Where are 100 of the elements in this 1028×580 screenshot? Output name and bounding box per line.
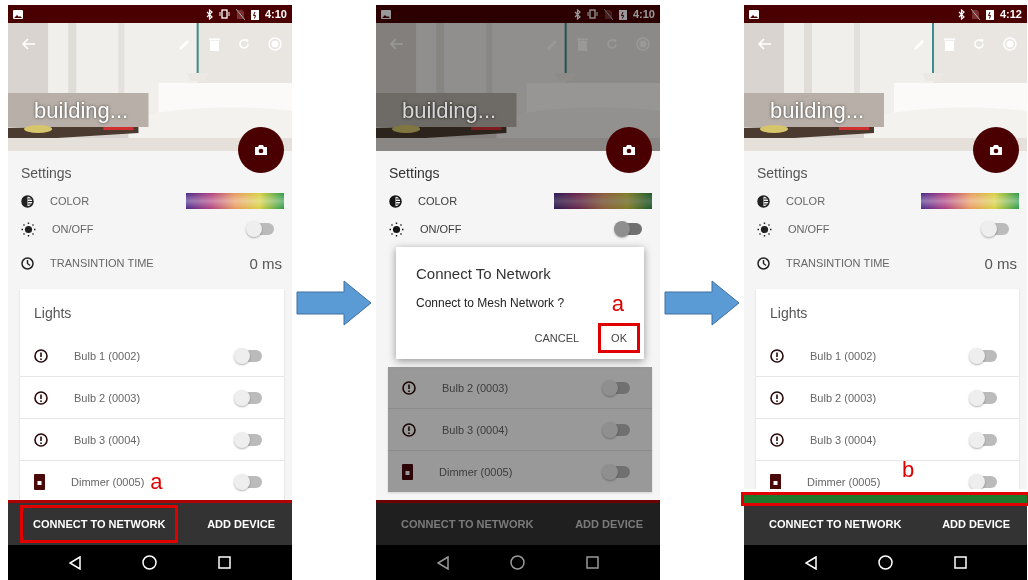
alert-icon bbox=[402, 380, 416, 395]
section-title: Settings bbox=[389, 165, 440, 181]
bar-button[interactable]: CONNECT TO NETWORK bbox=[388, 505, 547, 543]
alert-icon bbox=[402, 422, 416, 437]
image-icon bbox=[381, 9, 391, 19]
toggle-switch[interactable] bbox=[604, 423, 630, 436]
page-title: building... bbox=[770, 98, 865, 124]
device-name: Dimmer (0005) bbox=[439, 465, 513, 478]
section-title: Lights bbox=[33, 304, 72, 323]
contrast-icon bbox=[21, 194, 34, 208]
camera-button[interactable] bbox=[238, 127, 284, 173]
setting-label: COLOR bbox=[418, 195, 458, 207]
contrast-icon bbox=[757, 194, 770, 208]
trash-icon[interactable] bbox=[944, 37, 955, 51]
trash-icon[interactable] bbox=[209, 37, 220, 51]
battery-icon bbox=[250, 8, 259, 20]
section-title: Settings bbox=[757, 165, 808, 181]
toggle-switch[interactable] bbox=[604, 381, 630, 394]
target-icon[interactable] bbox=[268, 37, 282, 51]
back-arrow-icon[interactable] bbox=[758, 38, 772, 50]
dialog-button[interactable]: CANCEL bbox=[521, 323, 593, 353]
status-time: 4:10 bbox=[632, 8, 655, 20]
toggle-switch[interactable] bbox=[236, 349, 262, 362]
setting-label: COLOR bbox=[786, 195, 826, 207]
back-arrow-icon[interactable] bbox=[22, 38, 36, 50]
camera-button[interactable] bbox=[606, 127, 652, 173]
device-name: Bulb 2 (0003) bbox=[74, 391, 141, 404]
bar-button[interactable]: ADD DEVICE bbox=[194, 505, 288, 543]
bar-button[interactable]: ADD DEVICE bbox=[929, 505, 1023, 543]
color-spectrum-bar[interactable] bbox=[921, 193, 1019, 209]
camera-icon bbox=[989, 144, 1003, 156]
device-name: Bulb 2 (0003) bbox=[810, 391, 877, 404]
setting-label: ON/OFF bbox=[788, 223, 830, 235]
dialog-button[interactable]: OK bbox=[598, 323, 640, 353]
bar-button[interactable]: CONNECT TO NETWORK bbox=[20, 505, 179, 543]
toggle-switch[interactable] bbox=[616, 223, 642, 235]
device-name: Bulb 3 (0004) bbox=[442, 423, 509, 436]
dimmer-switch-icon bbox=[402, 463, 413, 480]
clock-icon bbox=[757, 256, 770, 270]
home-icon[interactable] bbox=[142, 555, 157, 570]
setting-label: ON/OFF bbox=[52, 223, 94, 235]
camera-button[interactable] bbox=[973, 127, 1019, 173]
annotation-letter: a bbox=[611, 293, 624, 315]
no-sim-icon bbox=[235, 8, 245, 20]
alert-icon bbox=[770, 348, 784, 363]
toggle-switch[interactable] bbox=[604, 465, 630, 478]
device-name: Bulb 1 (0002) bbox=[74, 349, 141, 362]
dimmer-switch-icon bbox=[34, 473, 45, 490]
bluetooth-icon bbox=[957, 8, 965, 20]
bar-button[interactable]: ADD DEVICE bbox=[562, 505, 656, 543]
toggle-switch[interactable] bbox=[248, 223, 274, 235]
section-title: Lights bbox=[769, 304, 808, 323]
alert-icon bbox=[34, 390, 48, 405]
bar-button[interactable]: CONNECT TO NETWORK bbox=[756, 505, 915, 543]
home-icon[interactable] bbox=[877, 555, 893, 570]
recents-icon[interactable] bbox=[953, 556, 967, 569]
recents-icon[interactable] bbox=[218, 556, 232, 569]
back-icon[interactable] bbox=[804, 555, 817, 570]
color-spectrum-bar[interactable] bbox=[554, 193, 652, 209]
image-icon bbox=[13, 9, 23, 19]
toggle-switch[interactable] bbox=[236, 475, 262, 488]
setting-value: 0 ms bbox=[249, 254, 282, 272]
battery-icon bbox=[618, 8, 627, 20]
back-icon[interactable] bbox=[436, 555, 449, 570]
refresh-icon[interactable] bbox=[238, 38, 250, 50]
back-arrow-icon[interactable] bbox=[390, 38, 404, 50]
toggle-switch[interactable] bbox=[971, 349, 997, 362]
camera-icon bbox=[622, 144, 636, 156]
device-name: Bulb 3 (0004) bbox=[74, 433, 141, 446]
device-name: Bulb 2 (0003) bbox=[442, 381, 509, 394]
setting-label: TRANSINTION TIME bbox=[786, 257, 890, 269]
vibrate-icon bbox=[218, 9, 230, 19]
no-sim-icon bbox=[970, 8, 980, 20]
device-name: Dimmer (0005) bbox=[71, 475, 145, 488]
toggle-switch[interactable] bbox=[971, 391, 997, 404]
device-name: Dimmer (0005) bbox=[807, 475, 881, 488]
color-spectrum-bar[interactable] bbox=[186, 193, 284, 209]
setting-label: TRANSINTION TIME bbox=[50, 257, 154, 269]
toggle-switch[interactable] bbox=[236, 391, 262, 404]
setting-label: COLOR bbox=[50, 195, 90, 207]
annotation-letter: b bbox=[902, 459, 915, 481]
home-icon[interactable] bbox=[510, 555, 525, 570]
target-icon[interactable] bbox=[1003, 37, 1017, 51]
vibrate-icon bbox=[586, 9, 598, 19]
device-name: Bulb 1 (0002) bbox=[810, 349, 877, 362]
page-title: building... bbox=[34, 98, 129, 124]
refresh-icon[interactable] bbox=[973, 38, 985, 50]
toggle-switch[interactable] bbox=[971, 433, 997, 446]
setting-value: 0 ms bbox=[984, 254, 1017, 272]
sun-icon bbox=[389, 221, 404, 237]
back-icon[interactable] bbox=[68, 555, 81, 570]
bluetooth-icon bbox=[205, 8, 213, 20]
toggle-switch[interactable] bbox=[971, 475, 997, 488]
toggle-switch[interactable] bbox=[983, 223, 1009, 235]
battery-icon bbox=[985, 8, 994, 20]
toggle-switch[interactable] bbox=[236, 433, 262, 446]
sun-icon bbox=[21, 221, 36, 237]
device-name: Bulb 3 (0004) bbox=[810, 433, 877, 446]
image-icon bbox=[749, 9, 759, 19]
alert-icon bbox=[34, 432, 48, 447]
